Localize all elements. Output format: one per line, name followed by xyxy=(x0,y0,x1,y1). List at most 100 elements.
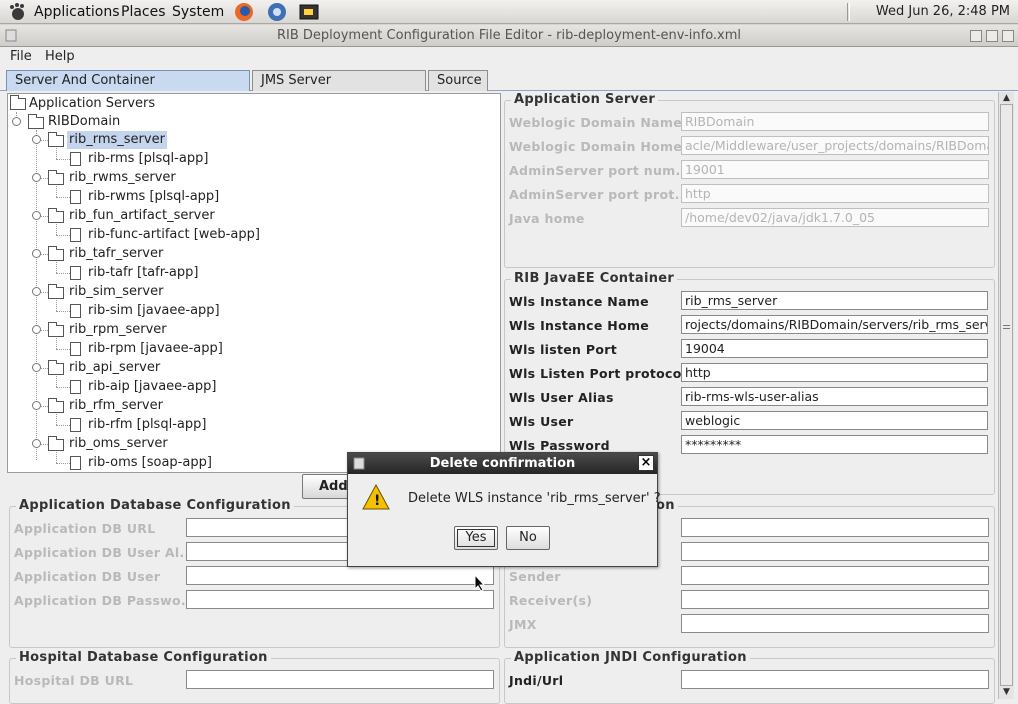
field-label: Java home xyxy=(509,211,585,226)
tree-app-node[interactable]: rib-sim [javaee-app] xyxy=(88,302,220,320)
jndi-url-field[interactable] xyxy=(681,670,989,689)
scroll-up-icon[interactable]: ▲ xyxy=(1001,93,1012,103)
tree-server-node[interactable]: rib_oms_server xyxy=(67,435,170,453)
system-menu[interactable]: System xyxy=(172,0,224,24)
tree-connector xyxy=(56,186,57,197)
folder-icon xyxy=(48,246,64,261)
scrollbar-thumb[interactable] xyxy=(1000,104,1013,686)
tab-server-container[interactable]: Server And Container Configuration xyxy=(6,70,250,107)
tree-app-node[interactable]: rib-oms [soap-app] xyxy=(88,454,212,472)
expand-handle-icon[interactable] xyxy=(32,401,41,410)
tree-root[interactable]: Application Servers xyxy=(29,95,155,113)
tree-connector xyxy=(56,262,57,273)
folder-icon xyxy=(48,398,64,413)
wls-instance-home-field[interactable]: rojects/domains/RIBDomain/servers/rib_rm… xyxy=(681,315,988,334)
hospital-db-url-field[interactable] xyxy=(186,670,494,689)
vertical-scrollbar[interactable]: ▲ ▼ xyxy=(998,92,1014,699)
java-home-field[interactable]: /home/dev02/java/jdk1.7.0_05 xyxy=(681,208,989,227)
adminserver-protocol-field[interactable]: http xyxy=(681,184,989,203)
window-titlebar[interactable]: RIB Deployment Configuration File Editor… xyxy=(0,25,1018,47)
tree-server-node[interactable]: rib_rfm_server xyxy=(67,397,165,415)
expand-handle-icon[interactable] xyxy=(32,135,41,144)
notification-field-1[interactable] xyxy=(681,518,989,537)
weblogic-domain-name-field[interactable]: RIBDomain xyxy=(681,112,989,131)
field-label: Sender xyxy=(509,569,561,584)
tree-server-node[interactable]: rib_rwms_server xyxy=(67,169,178,187)
field-label: Weblogic Domain Home xyxy=(509,139,683,154)
tab-jms-server[interactable]: JMS Server Configuration xyxy=(252,70,426,107)
terminal-icon[interactable] xyxy=(298,2,320,22)
app-db-user-field[interactable] xyxy=(186,566,494,585)
wls-user-field[interactable]: weblogic xyxy=(681,411,988,430)
gnome-foot-icon[interactable] xyxy=(6,2,28,22)
expand-handle-icon[interactable] xyxy=(12,117,21,126)
expand-handle-icon[interactable] xyxy=(32,439,41,448)
tree-app-node[interactable]: rib-rwms [plsql-app] xyxy=(88,188,219,206)
tree-server-node[interactable]: rib_rpm_server xyxy=(67,321,169,339)
file-menu[interactable]: File xyxy=(10,47,32,67)
help-menu[interactable]: Help xyxy=(45,47,75,67)
maximize-button[interactable] xyxy=(986,30,998,42)
tree-server-node[interactable]: rib_fun_artifact_server xyxy=(67,207,217,225)
menu-bar: File Help xyxy=(0,47,1018,67)
adminserver-port-field[interactable]: 19001 xyxy=(681,160,989,179)
tree-connector xyxy=(56,338,57,349)
jmx-field[interactable] xyxy=(681,614,989,633)
firefox-icon[interactable] xyxy=(233,2,255,22)
weblogic-domain-home-field[interactable]: acle/Middleware/user_projects/domains/RI… xyxy=(681,136,989,155)
tree-connector xyxy=(56,349,70,350)
file-icon xyxy=(70,228,81,242)
expand-handle-icon[interactable] xyxy=(32,249,41,258)
places-menu[interactable]: Places xyxy=(121,0,166,24)
wls-password-field[interactable]: ********* xyxy=(681,435,988,454)
wls-instance-name-field[interactable]: rib_rms_server xyxy=(681,291,988,310)
tab-source[interactable]: Source xyxy=(428,70,488,91)
expand-handle-icon[interactable] xyxy=(32,363,41,372)
tree-domain[interactable]: RIBDomain xyxy=(48,113,120,131)
minimize-button[interactable] xyxy=(970,30,982,42)
tree-server-node[interactable]: rib_sim_server xyxy=(67,283,165,301)
thunderbird-icon[interactable] xyxy=(266,2,288,22)
tree-app-node[interactable]: rib-rpm [javaee-app] xyxy=(88,340,223,358)
close-window-button[interactable] xyxy=(1002,30,1014,42)
expand-handle-icon[interactable] xyxy=(32,211,41,220)
expand-handle-icon[interactable] xyxy=(32,325,41,334)
wls-listen-port-field[interactable]: 19004 xyxy=(681,339,988,358)
dialog-close-button[interactable]: × xyxy=(638,455,654,471)
yes-button[interactable]: Yes xyxy=(454,526,498,550)
wls-user-alias-field[interactable]: rib-rms-wls-user-alias xyxy=(681,387,988,406)
tree-app-node[interactable]: rib-rms [plsql-app] xyxy=(88,150,208,168)
file-icon xyxy=(70,152,81,166)
tree-server-node[interactable]: rib_api_server xyxy=(67,359,162,377)
add-button[interactable]: Add xyxy=(302,474,352,499)
tree-app-node[interactable]: rib-rfm [plsql-app] xyxy=(88,416,206,434)
sender-field[interactable] xyxy=(681,566,989,585)
tree-connector xyxy=(56,235,70,236)
expand-handle-icon[interactable] xyxy=(32,287,41,296)
receivers-field[interactable] xyxy=(681,590,989,609)
app-db-password-field[interactable] xyxy=(186,590,494,609)
file-icon xyxy=(70,456,81,470)
field-label: AdminServer port prot... xyxy=(509,187,690,202)
file-icon xyxy=(70,342,81,356)
expand-handle-icon[interactable] xyxy=(32,173,41,182)
folder-icon xyxy=(48,360,64,375)
no-button[interactable]: No xyxy=(506,526,550,550)
dialog-title: Delete confirmation xyxy=(429,456,576,471)
server-tree[interactable]: Application Servers RIBDomain rib_rms_se… xyxy=(7,93,501,473)
tree-app-node[interactable]: rib-aip [javaee-app] xyxy=(88,378,216,396)
dialog-message: Delete WLS instance 'rib_rms_server' ? xyxy=(408,491,661,506)
notification-field-2[interactable] xyxy=(681,542,989,561)
wls-listen-protocol-field[interactable]: http xyxy=(681,363,988,382)
tree-server-node[interactable]: rib_tafr_server xyxy=(67,245,165,263)
tree-app-node[interactable]: rib-func-artifact [web-app] xyxy=(88,226,260,244)
tree-app-node[interactable]: rib-tafr [tafr-app] xyxy=(88,264,198,282)
panel-clock[interactable]: Wed Jun 26, 2:48 PM xyxy=(876,0,1010,24)
tree-connector xyxy=(56,159,70,160)
dialog-menu-icon[interactable] xyxy=(353,457,365,470)
dialog-titlebar[interactable]: Delete confirmation × xyxy=(348,453,657,474)
scroll-down-icon[interactable]: ▼ xyxy=(1001,687,1012,697)
tree-server-node[interactable]: rib_rms_server xyxy=(67,131,167,149)
folder-icon xyxy=(48,132,64,147)
applications-menu[interactable]: Applications xyxy=(34,0,120,24)
